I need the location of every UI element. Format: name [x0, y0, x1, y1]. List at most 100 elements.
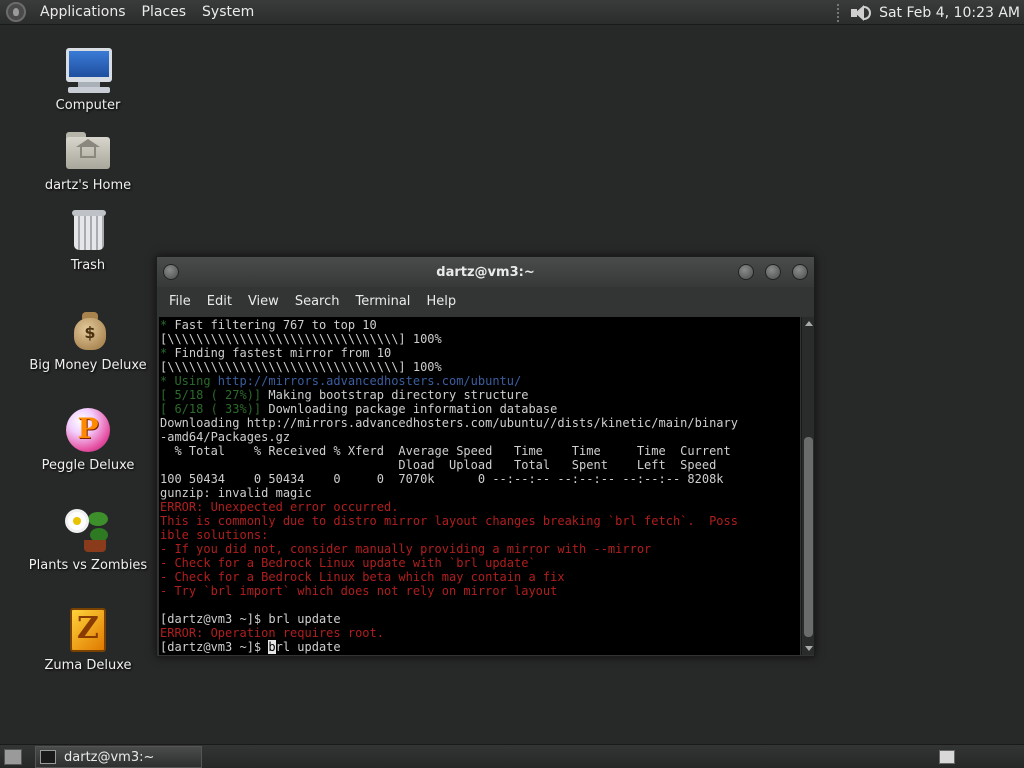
desktop-icon-label: Zuma Deluxe: [44, 658, 132, 673]
menu-view[interactable]: View: [240, 294, 287, 309]
plants-vs-zombies-icon: [64, 506, 112, 554]
peggle-icon: P: [64, 406, 112, 454]
terminal-line: ERROR: Operation requires root.: [160, 626, 800, 640]
terminal-text: [dartz@vm3 ~]$: [160, 640, 269, 654]
close-button[interactable]: [792, 264, 808, 280]
money-bag-icon: $: [64, 306, 112, 354]
desktop-icon-trash[interactable]: Trash: [28, 206, 148, 273]
menu-edit[interactable]: Edit: [199, 294, 240, 309]
terminal-text: - Try `brl import` which does not rely o…: [160, 584, 558, 598]
desktop-icon-label: Peggle Deluxe: [41, 458, 135, 473]
terminal-text: - If you did not, consider manually prov…: [160, 542, 652, 556]
desktop-icon-computer[interactable]: Computer: [28, 46, 148, 113]
desktop-icon-label: Big Money Deluxe: [29, 358, 147, 373]
terminal-text: Making bootstrap directory structure: [268, 388, 529, 402]
bottom-panel: dartz@vm3:~: [0, 744, 1024, 768]
zuma-icon: Z: [64, 606, 112, 654]
minimize-button[interactable]: [738, 264, 754, 280]
terminal-window: dartz@vm3:~ File Edit View Search Termin…: [156, 256, 815, 657]
terminal-text: - Check for a Bedrock Linux beta which m…: [160, 570, 565, 584]
terminal-text: ible solutions:: [160, 528, 269, 542]
desktop-icon-label: Trash: [70, 258, 106, 273]
applications-menu[interactable]: Applications: [32, 4, 134, 20]
workspace-switcher[interactable]: [939, 750, 955, 764]
terminal-line: ERROR: Unexpected error occurred.: [160, 500, 800, 514]
terminal-line: -amd64/Packages.gz: [160, 430, 800, 444]
maximize-button[interactable]: [765, 264, 781, 280]
gnome-foot-icon[interactable]: [6, 2, 26, 22]
terminal-line: [\\\\\\\\\\\\\\\\\\\\\\\\\\\\\\\\] 100%: [160, 332, 800, 346]
desktop-icon-zuma[interactable]: Z Zuma Deluxe: [28, 606, 148, 673]
scroll-up-icon[interactable]: [805, 321, 813, 326]
terminal-line: [\\\\\\\\\\\\\\\\\\\\\\\\\\\\\\\\] 100%: [160, 360, 800, 374]
terminal-line: Dload Upload Total Spent Left Speed: [160, 458, 800, 472]
window-title: dartz@vm3:~: [436, 264, 535, 280]
panel-right: Sat Feb 4, 10:23 AM: [837, 0, 1020, 25]
terminal-line: [ 6/18 ( 33%)] Downloading package infor…: [160, 402, 800, 416]
terminal-scrollbar[interactable]: [801, 317, 814, 655]
scroll-thumb[interactable]: [804, 437, 813, 637]
places-menu[interactable]: Places: [134, 4, 195, 20]
system-menu[interactable]: System: [194, 4, 262, 20]
terminal-line: 100 50434 0 50434 0 0 7070k 0 --:--:-- -…: [160, 472, 800, 486]
taskbar-label: dartz@vm3:~: [64, 749, 155, 765]
desktop-icon-label: Computer: [55, 98, 121, 113]
terminal-line: - Check for a Bedrock Linux update with …: [160, 556, 800, 570]
terminal-line: [ 5/18 ( 27%)] Making bootstrap director…: [160, 388, 800, 402]
window-menu-button[interactable]: [163, 264, 179, 280]
terminal-line: * Fast filtering 767 to top 10: [160, 318, 800, 332]
desktop-icon-label: Plants vs Zombies: [28, 558, 148, 573]
terminal-text: [dartz@vm3 ~]$ brl update: [160, 612, 341, 626]
terminal-text: [ 5/18 ( 27%)]: [160, 388, 269, 402]
terminal-line: * Finding fastest mirror from 10: [160, 346, 800, 360]
menu-terminal[interactable]: Terminal: [347, 294, 418, 309]
menu-search[interactable]: Search: [287, 294, 348, 309]
terminal-text: Downloading http://mirrors.advancedhoste…: [160, 416, 738, 430]
terminal-line: [dartz@vm3 ~]$ brl update: [160, 612, 800, 626]
terminal-text: 100 50434 0 50434 0 0 7070k 0 --:--:-- -…: [160, 472, 724, 486]
desktop-icon-label: dartz's Home: [44, 178, 132, 193]
terminal-text: * Using: [160, 374, 218, 388]
terminal-text: Finding fastest mirror from 10: [174, 346, 392, 360]
terminal-text: Downloading package information database: [268, 402, 558, 416]
top-panel: Applications Places System Sat Feb 4, 10…: [0, 0, 1024, 25]
menu-help[interactable]: Help: [418, 294, 464, 309]
desktop-icon-peggle[interactable]: P Peggle Deluxe: [28, 406, 148, 473]
terminal-line: ible solutions:: [160, 528, 800, 542]
terminal-text: ERROR: Operation requires root.: [160, 626, 384, 640]
terminal-output[interactable]: * Fast filtering 767 to top 10 [\\\\\\\\\…: [159, 317, 800, 655]
terminal-menubar: File Edit View Search Terminal Help: [157, 287, 814, 315]
show-desktop-icon[interactable]: [4, 749, 22, 765]
terminal-line: % Total % Received % Xferd Average Speed…: [160, 444, 800, 458]
terminal-line: * Using http://mirrors.advancedhosters.c…: [160, 374, 800, 388]
terminal-text: *: [160, 346, 175, 360]
desktop-icon-plants[interactable]: Plants vs Zombies: [28, 506, 148, 573]
text-cursor: b: [268, 640, 276, 654]
window-titlebar[interactable]: dartz@vm3:~: [157, 257, 814, 287]
terminal-text: *: [160, 318, 175, 332]
terminal-line: Downloading http://mirrors.advancedhoste…: [160, 416, 800, 430]
desktop-icon-home[interactable]: dartz's Home: [28, 126, 148, 193]
terminal-line: - If you did not, consider manually prov…: [160, 542, 800, 556]
volume-icon[interactable]: [849, 3, 872, 23]
terminal-text: % Total % Received % Xferd Average Speed…: [160, 444, 731, 458]
panel-grip-icon[interactable]: [837, 3, 841, 22]
terminal-icon: [40, 750, 56, 764]
terminal-text: This is commonly due to distro mirror la…: [160, 514, 738, 528]
desktop-icon-big-money[interactable]: $ Big Money Deluxe: [28, 306, 148, 373]
clock[interactable]: Sat Feb 4, 10:23 AM: [879, 5, 1020, 21]
terminal-text: [\\\\\\\\\\\\\\\\\\\\\\\\\\\\\\\\] 100%: [160, 332, 442, 346]
scroll-down-icon[interactable]: [805, 646, 813, 651]
terminal-text: [\\\\\\\\\\\\\\\\\\\\\\\\\\\\\\\\] 100%: [160, 360, 442, 374]
terminal-text: Dload Upload Total Spent Left Speed: [160, 458, 717, 472]
menu-file[interactable]: File: [161, 294, 199, 309]
trash-icon: [64, 206, 112, 254]
terminal-text: Fast filtering 767 to top 10: [174, 318, 377, 332]
terminal-text: [ 6/18 ( 33%)]: [160, 402, 269, 416]
terminal-line: [dartz@vm3 ~]$ brl update: [160, 640, 800, 654]
terminal-line: This is commonly due to distro mirror la…: [160, 514, 800, 528]
terminal-text: -amd64/Packages.gz: [160, 430, 291, 444]
terminal-line: - Try `brl import` which does not rely o…: [160, 584, 800, 598]
taskbar-terminal-button[interactable]: dartz@vm3:~: [35, 746, 202, 768]
